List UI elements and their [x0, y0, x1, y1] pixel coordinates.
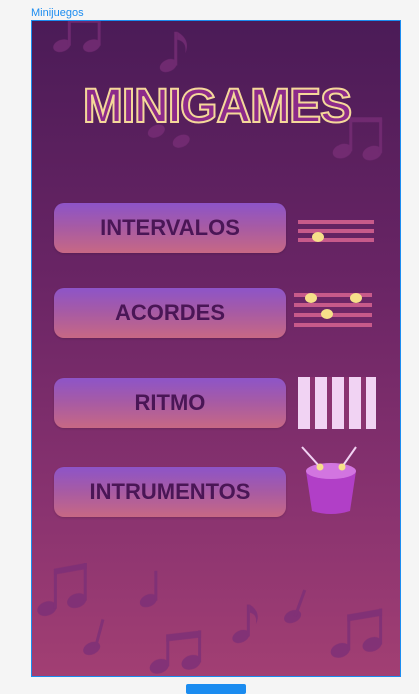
staff-interval-icon [298, 220, 374, 242]
staff-chord-icon [294, 293, 372, 327]
ritmo-button-label: RITMO [134, 390, 206, 415]
intrumentos-button[interactable]: INTRUMENTOS [54, 467, 286, 517]
intervalos-button-label: INTERVALOS [100, 215, 240, 240]
page-title: MINIGAMES [82, 79, 353, 134]
minigames-screen: MINIGAMES INTERVALOS ACORDES RITMO INTRU… [31, 20, 401, 677]
intervalos-button[interactable]: INTERVALOS [54, 203, 286, 253]
ritmo-button[interactable]: RITMO [54, 378, 286, 428]
acordes-button[interactable]: ACORDES [54, 288, 286, 338]
frame-label: Minijuegos [31, 7, 84, 19]
acordes-button-label: ACORDES [114, 300, 225, 325]
piano-keys-icon [298, 377, 376, 429]
frame-size-badge [186, 684, 246, 694]
drum-icon [301, 446, 357, 514]
intrumentos-button-label: INTRUMENTOS [89, 479, 251, 504]
